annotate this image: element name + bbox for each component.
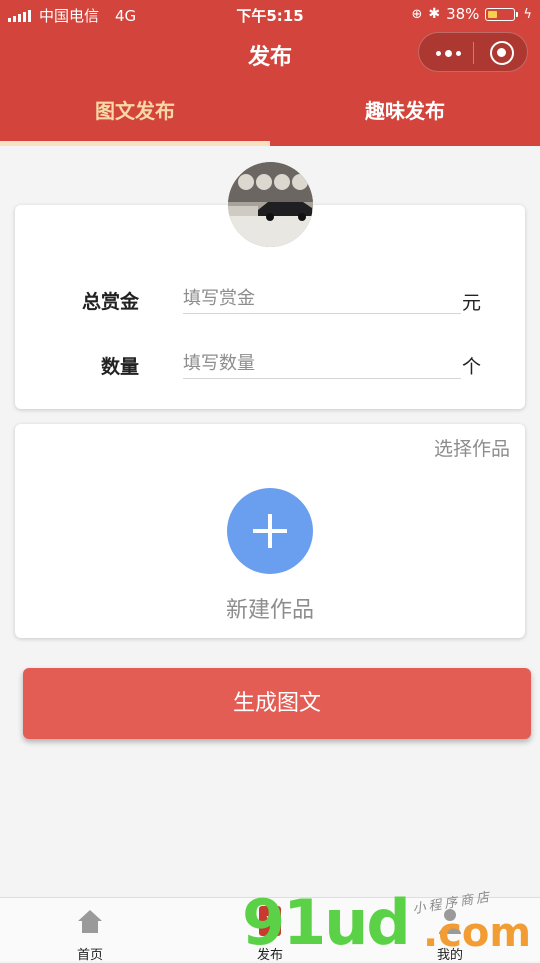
status-right: ⊕ ✱ 38% ϟ — [411, 5, 532, 23]
mini-program-capsule — [418, 32, 528, 72]
avatar-image — [228, 162, 313, 247]
tabbar-item-me[interactable]: 我的 — [410, 898, 490, 963]
tab-fun[interactable]: 趣味发布 — [270, 76, 540, 146]
battery-icon — [485, 7, 519, 21]
quantity-label: 数量 — [100, 356, 139, 378]
tabbar-item-publish[interactable]: ¥ 发布 — [230, 898, 310, 963]
rotation-lock-icon: ⊕ — [411, 6, 423, 22]
tabbar-label-me: 我的 — [436, 948, 463, 963]
tab-image-text[interactable]: 图文发布 — [0, 76, 270, 146]
more-icon[interactable] — [433, 43, 463, 63]
tabbar-label-publish: 发布 — [256, 948, 283, 963]
avatar[interactable] — [228, 162, 313, 247]
active-tab-indicator — [0, 141, 270, 146]
reward-unit: 元 — [462, 292, 482, 314]
close-mini-program-icon[interactable] — [490, 41, 514, 65]
battery-percent: 38% — [446, 5, 480, 23]
home-icon — [78, 910, 102, 933]
publish-tabs: 图文发布 趣味发布 — [0, 76, 540, 146]
publish-icon: ¥ — [259, 906, 281, 936]
tabbar-label-home: 首页 — [76, 948, 103, 963]
bottom-tab-bar: 首页 ¥ 发布 我的 — [0, 897, 540, 963]
nav-bar: 发布 — [0, 30, 540, 76]
works-card: 选择作品 新建作品 — [15, 424, 525, 638]
tabbar-item-home[interactable]: 首页 — [50, 898, 130, 963]
user-icon — [439, 909, 461, 934]
header: 中国电信 4G 下午5:15 ⊕ ✱ 38% ϟ 发布 图文发布 趣味发布 — [0, 0, 540, 146]
status-bar: 中国电信 4G 下午5:15 ⊕ ✱ 38% ϟ — [0, 0, 540, 30]
quantity-unit: 个 — [462, 356, 482, 378]
reward-label: 总赏金 — [81, 291, 139, 313]
charging-icon: ϟ — [523, 6, 532, 22]
reward-input[interactable] — [183, 283, 461, 314]
capsule-divider — [473, 42, 474, 64]
generate-button[interactable]: 生成图文 — [23, 668, 531, 739]
battery-fill — [488, 10, 497, 18]
quantity-input[interactable] — [183, 348, 461, 379]
bluetooth-icon: ✱ — [428, 6, 441, 22]
add-work-button[interactable] — [227, 488, 313, 574]
new-work-label[interactable]: 新建作品 — [15, 592, 525, 624]
select-work-link[interactable]: 选择作品 — [434, 434, 510, 461]
